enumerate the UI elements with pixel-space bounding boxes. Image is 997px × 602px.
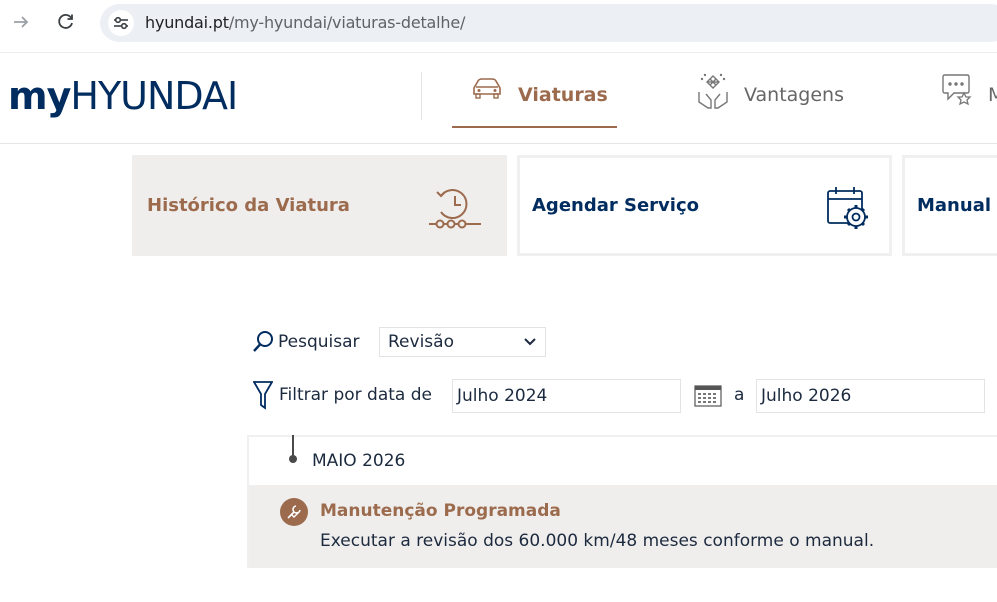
reload-button[interactable]: [53, 9, 79, 35]
header-divider: [0, 143, 997, 144]
date-filter-row: Filtrar por data de: [253, 379, 432, 411]
card-manual-label: Manual d: [917, 195, 997, 216]
timeline-line: [292, 435, 294, 457]
maintenance-icon: [280, 498, 308, 526]
filter-funnel-icon: [253, 381, 273, 410]
browser-toolbar: hyundai.pt/my-hyundai/viaturas-detalhe/: [0, 0, 997, 46]
arrow-right-icon: [14, 16, 29, 28]
tab-more-label: M: [988, 84, 997, 106]
browser-divider: [0, 52, 997, 53]
active-tab-indicator: [452, 126, 617, 128]
calendar-gear-icon: [827, 187, 868, 229]
date-from-input[interactable]: Julho 2024: [452, 379, 681, 413]
url-domain: hyundai.pt: [145, 13, 229, 32]
date-filter-label: Filtrar por data de: [279, 385, 432, 405]
search-select[interactable]: Revisão: [379, 327, 546, 357]
logo-brand: HYUNDAI: [70, 74, 238, 118]
tune-icon: [114, 16, 128, 30]
calendar-icon[interactable]: [694, 385, 722, 407]
chat-star-icon: [942, 74, 972, 106]
tab-vantagens[interactable]: Vantagens: [696, 72, 844, 128]
entry-title: Manutenção Programada: [320, 501, 561, 521]
card-historico-label: Histórico da Viatura: [147, 195, 350, 216]
myhyundai-logo[interactable]: myHYUNDAI: [8, 74, 238, 118]
card-historico-viatura[interactable]: Histórico da Viatura: [132, 155, 507, 256]
history-timeline: MAIO 2026 Manutenção Programada Executar…: [247, 435, 997, 568]
url-path: /my-hyundai/viaturas-detalhe/: [228, 13, 466, 32]
reload-icon: [58, 14, 73, 29]
header-separator: [421, 72, 422, 120]
tab-viaturas-label: Viaturas: [518, 84, 608, 106]
timeline-dot: [289, 455, 297, 463]
search-label: Pesquisar: [278, 332, 360, 352]
car-icon: [473, 78, 501, 99]
tab-viaturas[interactable]: Viaturas: [470, 72, 608, 128]
forward-button[interactable]: [8, 9, 34, 35]
tab-vantagens-label: Vantagens: [744, 84, 844, 106]
hands-gift-icon: [698, 73, 728, 109]
entry-description: Executar a revisão dos 60.000 km/48 mese…: [320, 531, 875, 551]
tab-more[interactable]: M: [940, 72, 997, 128]
card-manual[interactable]: Manual d: [902, 155, 997, 256]
logo-my: my: [8, 74, 71, 118]
search-row: Pesquisar: [252, 327, 360, 357]
card-agendar-label: Agendar Serviço: [532, 195, 700, 216]
wrench-car-icon: [287, 505, 301, 519]
chevron-down-icon: [524, 338, 536, 346]
url-text: hyundai.pt/my-hyundai/viaturas-detalhe/: [145, 13, 465, 32]
date-to-input[interactable]: Julho 2026: [756, 379, 985, 413]
date-separator: a: [734, 385, 745, 405]
search-icon: [253, 331, 273, 352]
card-agendar-servico[interactable]: Agendar Serviço: [517, 155, 892, 256]
timeline-month: MAIO 2026: [312, 451, 406, 471]
history-clock-icon: [429, 189, 481, 229]
site-info-button[interactable]: [108, 10, 134, 36]
search-select-value: Revisão: [388, 332, 454, 352]
timeline-entry[interactable]: Manutenção Programada Executar a revisão…: [249, 485, 997, 568]
address-bar[interactable]: hyundai.pt/my-hyundai/viaturas-detalhe/: [100, 4, 997, 42]
